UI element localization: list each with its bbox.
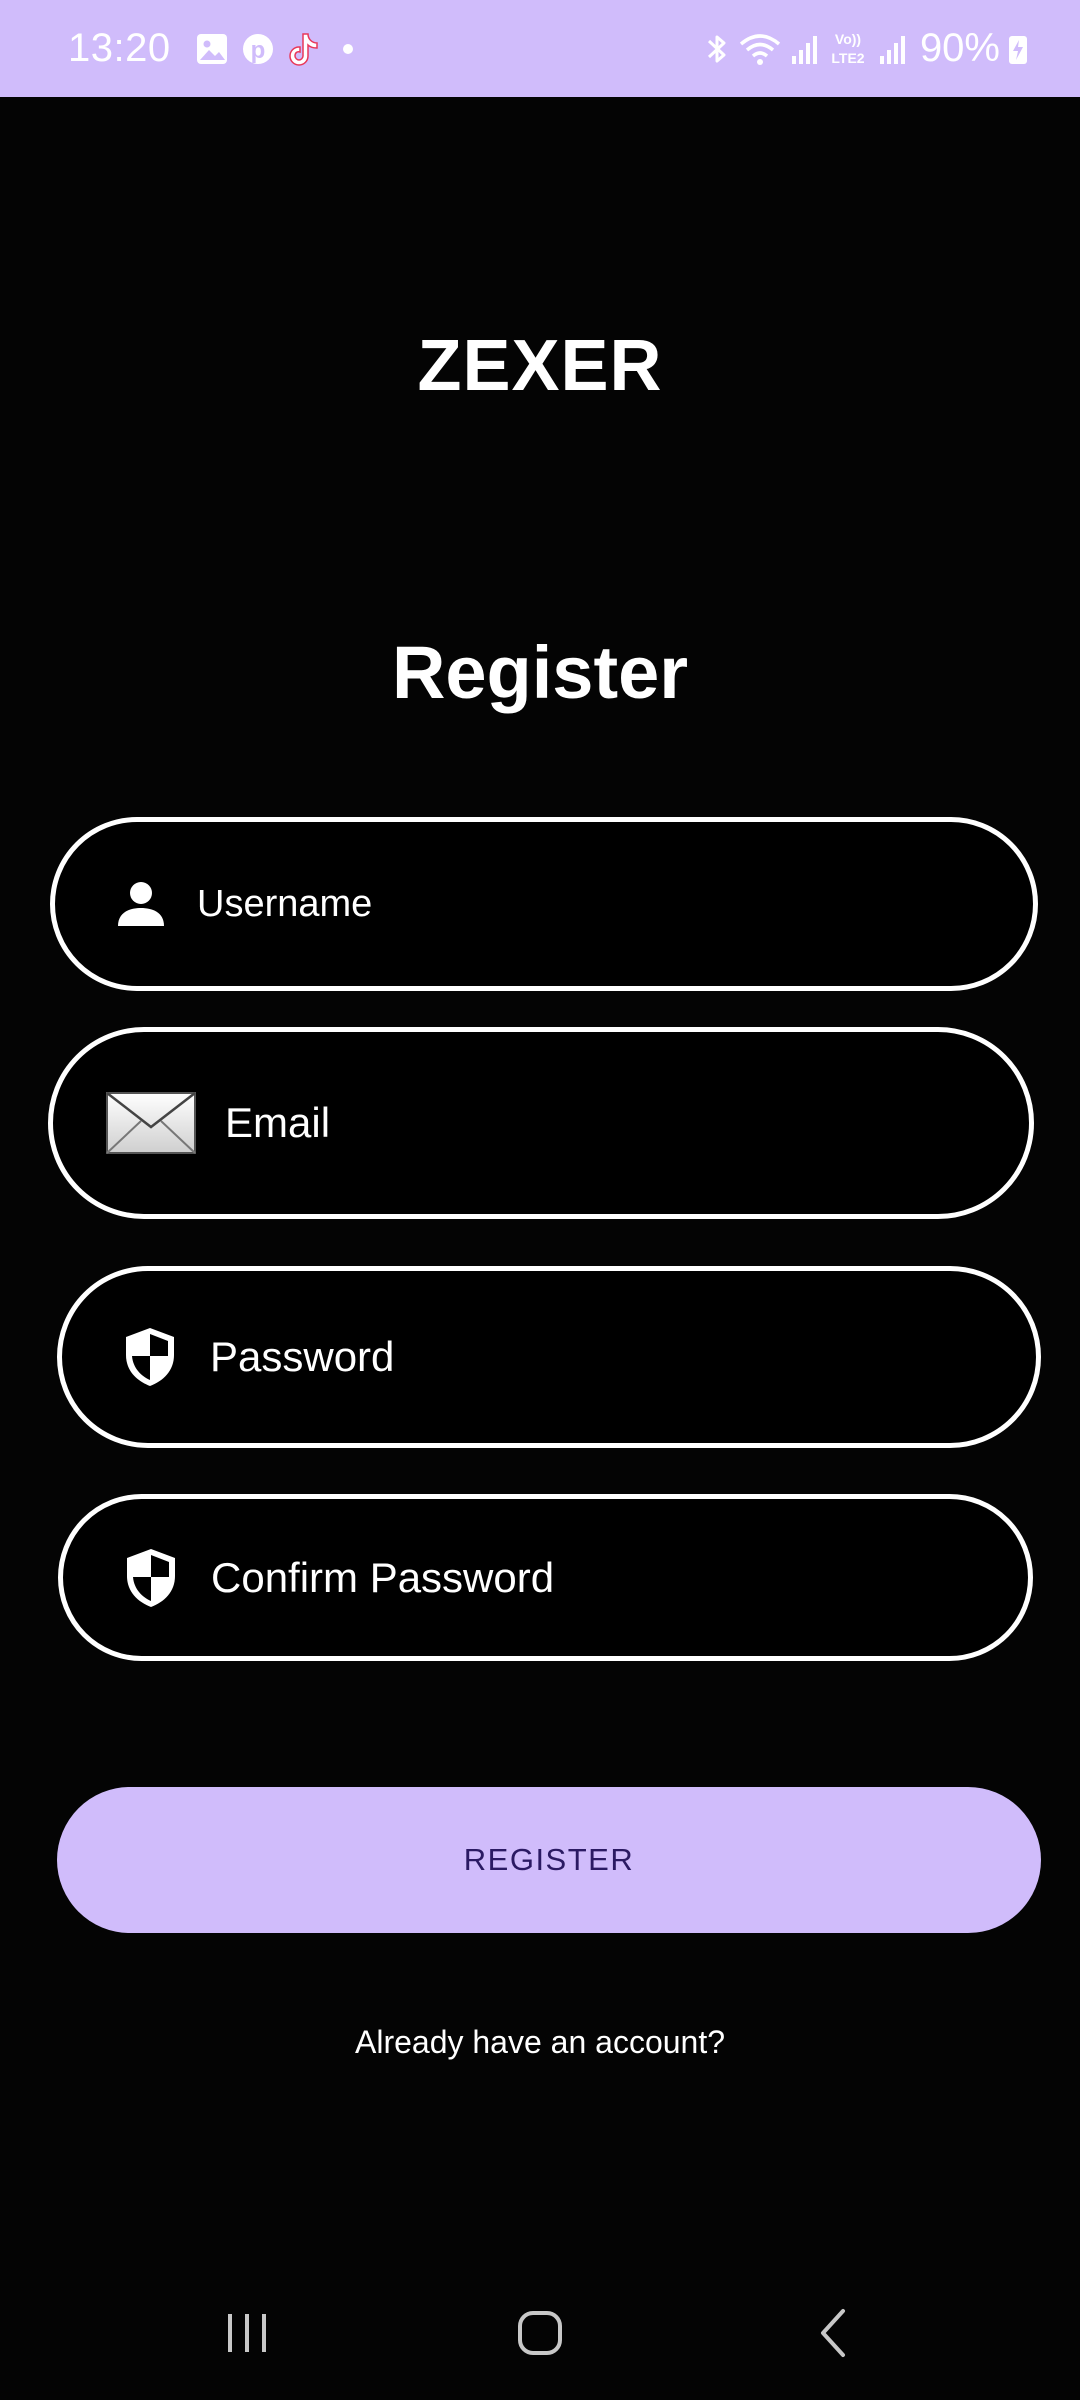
navigation-bar [0, 2270, 1080, 2400]
volte-lte2-icon: Vo)) LTE2 [826, 29, 870, 69]
register-screen: 13:20 p Vo)) LTE2 90% ZEXER Register Use… [0, 0, 1080, 2400]
battery-percent: 90% [919, 26, 1000, 70]
register-button[interactable]: REGISTER [57, 1787, 1041, 1933]
bluetooth-icon [704, 31, 730, 67]
envelope-icon [105, 1091, 197, 1155]
recents-button[interactable] [187, 2285, 307, 2385]
battery-charging-icon [1008, 33, 1028, 65]
confirm-password-field[interactable] [58, 1494, 1033, 1661]
app-title: ZEXER [417, 326, 663, 406]
shield-icon [122, 1325, 178, 1389]
password-input[interactable] [210, 1333, 850, 1381]
username-input[interactable] [197, 882, 840, 926]
password-field[interactable] [57, 1266, 1041, 1448]
wifi-icon [738, 31, 782, 67]
back-button[interactable] [773, 2285, 893, 2385]
status-time: 13:20 [68, 26, 171, 70]
pinterest-icon: p [241, 32, 275, 66]
home-button[interactable] [480, 2285, 600, 2385]
status-bar: 13:20 p Vo)) LTE2 90% [0, 0, 1080, 97]
signal-icon [878, 32, 906, 66]
username-field[interactable] [50, 817, 1038, 991]
back-icon [813, 2307, 853, 2364]
svg-text:Vo)): Vo)) [835, 31, 861, 47]
signal-icon [790, 32, 818, 66]
status-bar-right: Vo)) LTE2 90% [704, 26, 1036, 71]
dot-icon [342, 43, 353, 54]
person-icon [115, 878, 167, 930]
status-bar-left: 13:20 p [68, 26, 353, 71]
svg-text:LTE2: LTE2 [831, 50, 864, 66]
email-input[interactable] [225, 1099, 872, 1147]
email-field[interactable] [48, 1027, 1034, 1219]
tiktok-icon [287, 30, 321, 68]
svg-text:p: p [250, 37, 265, 64]
login-link[interactable]: Already have an account? [0, 2024, 1080, 2061]
confirm-password-input[interactable] [211, 1553, 845, 1602]
recents-icon [222, 2310, 272, 2361]
shield-icon [123, 1546, 179, 1610]
home-icon [515, 2308, 565, 2363]
page-title: Register [391, 631, 689, 714]
gallery-icon [195, 32, 229, 66]
